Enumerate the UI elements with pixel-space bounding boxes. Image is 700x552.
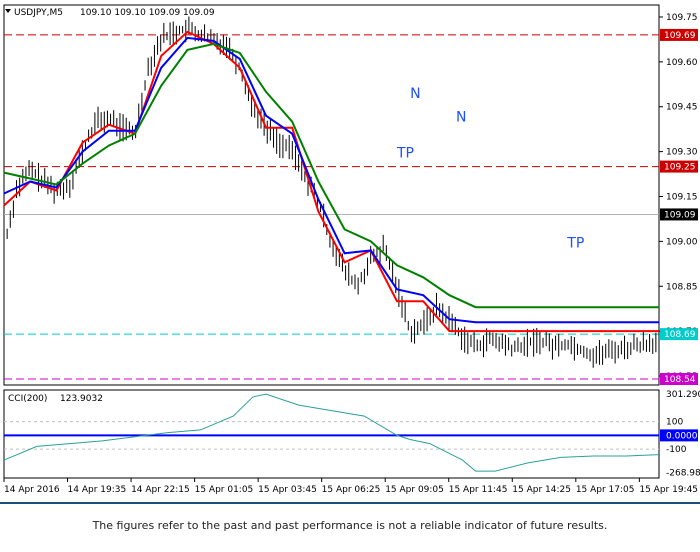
- x-tick-label: 15 Apr 14:25: [512, 485, 571, 495]
- annotation-label: N: [410, 86, 420, 102]
- footer-separator: [0, 502, 700, 504]
- price-y-tick-label: 109.75: [666, 13, 698, 23]
- level-label: 109.25: [664, 163, 696, 173]
- chart-svg: 109.75 109.60 109.45 109.30 109.15 109.00 108.…: [3, 4, 700, 495]
- price-y-tick-label: 109.45: [666, 103, 698, 113]
- disclaimer-text: The figures refer to the past and past p…: [92, 519, 608, 532]
- annotation-label: TP: [396, 146, 414, 162]
- price-y-tick-label: 109.30: [666, 148, 698, 158]
- level-label: 108.69: [664, 330, 696, 340]
- annotation-label: N: [456, 110, 466, 126]
- price-y-tick-label: 108.85: [666, 282, 698, 292]
- x-tick-label: 14 Apr 19:35: [68, 485, 127, 495]
- price-y-tick-label: 109.00: [666, 237, 698, 247]
- chart-header-ohlc: 109.10 109.10 109.09 109.09: [80, 8, 215, 18]
- cci-header-value: 123.9032: [60, 394, 103, 404]
- chart-header-symbol: USDJPY,M5: [14, 8, 63, 18]
- level-label: 109.09: [664, 210, 696, 220]
- annotation-label: TP: [566, 235, 584, 251]
- level-label: 109.69: [664, 31, 696, 41]
- cci-y-tick-label: 100: [666, 418, 683, 428]
- x-tick-label: 15 Apr 03:45: [258, 485, 317, 495]
- x-tick-label: 14 Apr 22:15: [131, 485, 190, 495]
- price-panel-frame: [3, 4, 660, 386]
- cci-y-tick-label: -268.987: [666, 468, 700, 478]
- cci-y-tick-label: 0.0000: [666, 431, 698, 441]
- x-tick-label: 15 Apr 09:05: [385, 485, 444, 495]
- cci-y-tick-label: 301.2906: [666, 390, 700, 400]
- price-y-tick-label: 109.15: [666, 192, 698, 202]
- price-y-tick-label: 109.60: [666, 58, 698, 68]
- x-tick-label: 14 Apr 2016: [4, 485, 60, 495]
- x-tick-label: 15 Apr 01:05: [195, 485, 254, 495]
- x-tick-label: 15 Apr 19:45: [639, 485, 698, 495]
- cci-header-name: CCI(200): [8, 394, 47, 404]
- chart-area: 109.75 109.60 109.45 109.30 109.15 109.00 108.…: [0, 0, 700, 510]
- level-label: 108.54: [664, 375, 696, 385]
- x-tick-label: 15 Apr 06:25: [322, 485, 381, 495]
- x-tick-label: 15 Apr 11:45: [449, 485, 508, 495]
- cci-y-tick-label: -100: [666, 445, 687, 455]
- x-tick-label: 15 Apr 17:05: [576, 485, 635, 495]
